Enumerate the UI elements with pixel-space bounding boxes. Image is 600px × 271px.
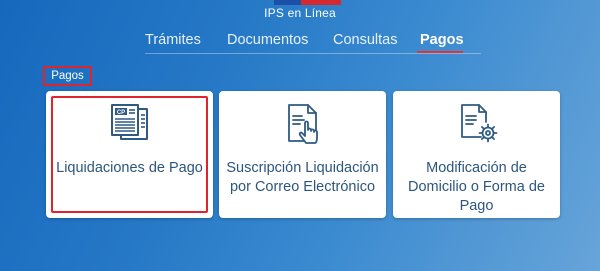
nav-active-indicator — [417, 51, 463, 53]
breadcrumb-label: Pagos — [51, 70, 84, 82]
card-suscripcion-liquidacion[interactable]: Suscripción Liquidación por Correo Elect… — [219, 91, 386, 218]
breadcrumb[interactable]: Pagos — [43, 66, 92, 86]
site-brand: IPS en Línea — [264, 6, 336, 20]
nav-documentos[interactable]: Documentos — [227, 32, 308, 48]
card-liquidaciones-de-pago[interactable]: CP Liquidaciones de Pago — [46, 91, 213, 218]
svg-text:CP: CP — [116, 110, 124, 116]
card-label: Suscripción Liquidación por Correo Elect… — [226, 160, 379, 195]
nav-pagos[interactable]: Pagos — [420, 32, 464, 48]
flag-red-segment — [301, 0, 341, 5]
nav-tramites[interactable]: Trámites — [145, 32, 201, 48]
document-touch-icon — [287, 104, 318, 144]
payslip-icon: CP — [110, 104, 148, 140]
nav-consultas[interactable]: Consultas — [333, 32, 397, 48]
card-label: Liquidaciones de Pago — [56, 160, 203, 176]
document-settings-icon — [460, 104, 497, 143]
main-nav: Trámites Documentos Consultas Pagos — [145, 32, 481, 54]
card-label: Modificación de Domicilio o Forma de Pag… — [408, 160, 545, 214]
flag-blue-segment — [274, 0, 301, 5]
card-modificacion-domicilio[interactable]: Modificación de Domicilio o Forma de Pag… — [393, 91, 560, 218]
